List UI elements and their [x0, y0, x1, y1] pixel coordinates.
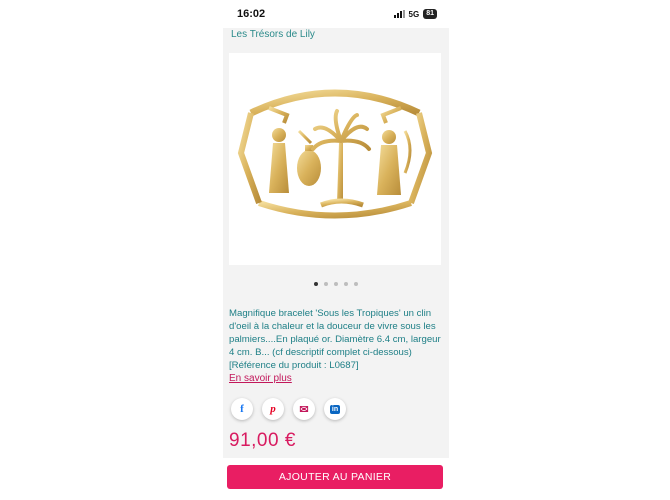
carousel-dot[interactable]	[314, 282, 318, 286]
more-info-link[interactable]: En savoir plus	[229, 373, 292, 384]
share-buttons: f p ✉ in	[231, 398, 346, 420]
phone-screen: 16:02 5G 81 Les Trésors de Lily Magnifiq…	[223, 0, 449, 500]
network-label: 5G	[408, 9, 420, 19]
status-indicators: 5G 81	[393, 9, 437, 19]
status-time: 16:02	[237, 8, 266, 20]
email-glyph: ✉	[299, 403, 309, 416]
battery-icon: 81	[423, 9, 437, 19]
pinterest-icon[interactable]: p	[262, 398, 284, 420]
carousel-dots[interactable]	[223, 282, 449, 286]
facebook-glyph: f	[240, 403, 244, 415]
linkedin-glyph: in	[329, 404, 341, 414]
bracelet-illustration	[237, 89, 433, 219]
signal-icon	[393, 10, 405, 18]
product-description: Magnifique bracelet 'Sous les Tropiques'…	[229, 308, 441, 371]
product-image[interactable]	[229, 53, 441, 265]
add-to-cart-button[interactable]: AJOUTER AU PANIER	[227, 465, 443, 489]
shop-name[interactable]: Les Trésors de Lily	[231, 29, 315, 40]
carousel-dot[interactable]	[334, 282, 338, 286]
linkedin-icon[interactable]: in	[324, 398, 346, 420]
status-bar: 16:02 5G 81	[223, 0, 449, 28]
email-icon[interactable]: ✉	[293, 398, 315, 420]
facebook-icon[interactable]: f	[231, 398, 253, 420]
carousel-dot[interactable]	[354, 282, 358, 286]
carousel-dot[interactable]	[324, 282, 328, 286]
product-price: 91,00 €	[229, 430, 296, 451]
pinterest-glyph: p	[270, 403, 276, 415]
carousel-dot[interactable]	[344, 282, 348, 286]
